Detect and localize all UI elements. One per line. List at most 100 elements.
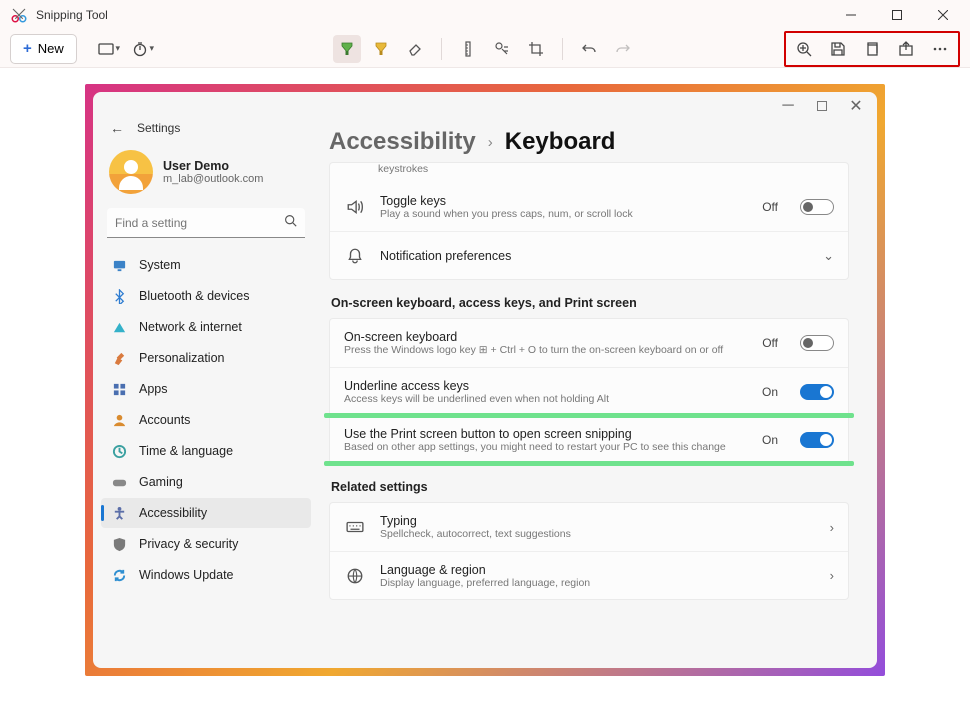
maximize-button[interactable] [874, 0, 920, 30]
row-printscreen-snipping[interactable]: Use the Print screen button to open scre… [330, 415, 848, 463]
eraser-tool-button[interactable] [401, 35, 429, 63]
zoom-button[interactable] [790, 35, 818, 63]
highlighter-tool-button[interactable] [367, 35, 395, 63]
pen-tool-button[interactable] [333, 35, 361, 63]
update-icon [111, 568, 127, 583]
user-email: m_lab@outlook.com [163, 173, 263, 185]
bell-icon [344, 247, 366, 265]
user-name: User Demo [163, 159, 263, 173]
nav-item-label: Apps [139, 382, 168, 396]
profile-block[interactable]: User Demo m_lab@outlook.com [101, 144, 311, 208]
row-keystrokes-note: keystrokes [330, 163, 848, 183]
nav-item-personalization[interactable]: Personalization [101, 343, 311, 373]
save-button[interactable] [824, 35, 852, 63]
keyboard-icon [344, 518, 366, 536]
accessibility-icon [111, 506, 127, 521]
snip-mode-button[interactable]: ▾ [95, 35, 123, 63]
nav-item-label: Personalization [139, 351, 224, 365]
close-button[interactable]: ✕ [839, 94, 873, 118]
brush-icon [111, 351, 127, 366]
settings-pane: Accessibility › Keyboard keystrokes Togg… [319, 120, 877, 668]
share-button[interactable] [892, 35, 920, 63]
close-button[interactable] [920, 0, 966, 30]
nav-item-gaming[interactable]: Gaming [101, 467, 311, 497]
chevron-right-icon: › [830, 568, 834, 583]
search-box[interactable] [107, 208, 305, 238]
nav-item-privacy-security[interactable]: Privacy & security [101, 529, 311, 559]
clock-icon [111, 444, 127, 459]
settings-label: Settings [137, 121, 180, 135]
delay-button[interactable]: ▾ [129, 35, 157, 63]
speaker-icon [344, 198, 366, 216]
nav-item-label: Privacy & security [139, 537, 238, 551]
row-desc: Based on other app settings, you might n… [344, 441, 748, 453]
row-notification-prefs[interactable]: Notification preferences ⌄ [330, 231, 848, 279]
row-desc: Display language, preferred language, re… [380, 577, 816, 589]
row-title: Language & region [380, 563, 816, 577]
new-button[interactable]: + New [10, 34, 77, 64]
toggle-state: On [762, 385, 778, 399]
nav-item-accessibility[interactable]: Accessibility [101, 498, 311, 528]
ruler-tool-button[interactable] [454, 35, 482, 63]
nav-item-time-language[interactable]: Time & language [101, 436, 311, 466]
chevron-down-icon: ▾ [150, 43, 155, 54]
settings-window: ─ ✕ ← Settings User Demo m_lab@outlook.c… [93, 92, 877, 668]
nav-item-accounts[interactable]: Accounts [101, 405, 311, 435]
row-desc: Access keys will be underlined even when… [344, 393, 748, 405]
chevron-down-icon: ⌄ [823, 248, 834, 264]
row-title: Typing [380, 514, 816, 528]
shield-icon [111, 537, 127, 552]
row-toggle-keys[interactable]: Toggle keysPlay a sound when you press c… [330, 183, 848, 231]
copy-button[interactable] [858, 35, 886, 63]
right-tool-group [784, 31, 960, 67]
section-header: On-screen keyboard, access keys, and Pri… [331, 296, 847, 310]
toolbar: + New ▾ ▾ [0, 30, 970, 68]
touch-writing-button[interactable] [488, 35, 516, 63]
canvas-area: ─ ✕ ← Settings User Demo m_lab@outlook.c… [0, 68, 970, 706]
nav-item-bluetooth-devices[interactable]: Bluetooth & devices [101, 281, 311, 311]
nav-item-apps[interactable]: Apps [101, 374, 311, 404]
back-button[interactable]: ← [107, 120, 127, 136]
row-language-region[interactable]: Language & regionDisplay language, prefe… [330, 551, 848, 599]
gamepad-icon [111, 475, 127, 490]
minimize-button[interactable]: ─ [771, 94, 805, 118]
nav-item-label: Windows Update [139, 568, 234, 582]
row-title: On-screen keyboard [344, 330, 748, 344]
toggle-switch[interactable] [800, 199, 834, 215]
row-underline-access-keys[interactable]: Underline access keysAccess keys will be… [330, 367, 848, 415]
toggle-switch[interactable] [800, 335, 834, 351]
app-titlebar: Snipping Tool [0, 0, 970, 30]
screenshot-content: ─ ✕ ← Settings User Demo m_lab@outlook.c… [85, 84, 885, 676]
toggle-state: On [762, 433, 778, 447]
nav-item-windows-update[interactable]: Windows Update [101, 560, 311, 590]
display-icon [111, 258, 127, 273]
redo-button[interactable] [609, 35, 637, 63]
new-label: New [38, 41, 64, 56]
toggle-switch[interactable] [800, 384, 834, 400]
crop-tool-button[interactable] [522, 35, 550, 63]
chevron-down-icon: ▾ [116, 43, 121, 54]
undo-button[interactable] [575, 35, 603, 63]
row-title: Underline access keys [344, 379, 748, 393]
nav-item-label: Gaming [139, 475, 183, 489]
row-desc: Play a sound when you press caps, num, o… [380, 208, 748, 220]
row-onscreen-keyboard[interactable]: On-screen keyboardPress the Windows logo… [330, 319, 848, 367]
row-title: Notification preferences [380, 249, 809, 263]
nav-item-system[interactable]: System [101, 250, 311, 280]
wifi-icon [111, 320, 127, 335]
plus-icon: + [23, 41, 32, 56]
more-button[interactable] [926, 35, 954, 63]
maximize-button[interactable] [805, 94, 839, 118]
row-title: Toggle keys [380, 194, 748, 208]
breadcrumb-parent[interactable]: Accessibility [329, 128, 476, 156]
minimize-button[interactable] [828, 0, 874, 30]
nav-item-network-internet[interactable]: Network & internet [101, 312, 311, 342]
toggle-switch[interactable] [800, 432, 834, 448]
search-input[interactable] [115, 216, 284, 230]
globe-icon [344, 567, 366, 585]
apps-icon [111, 382, 127, 397]
row-title: Use the Print screen button to open scre… [344, 427, 748, 441]
chevron-right-icon: › [488, 134, 493, 151]
row-typing[interactable]: TypingSpellcheck, autocorrect, text sugg… [330, 503, 848, 551]
bluetooth-icon [111, 289, 127, 304]
